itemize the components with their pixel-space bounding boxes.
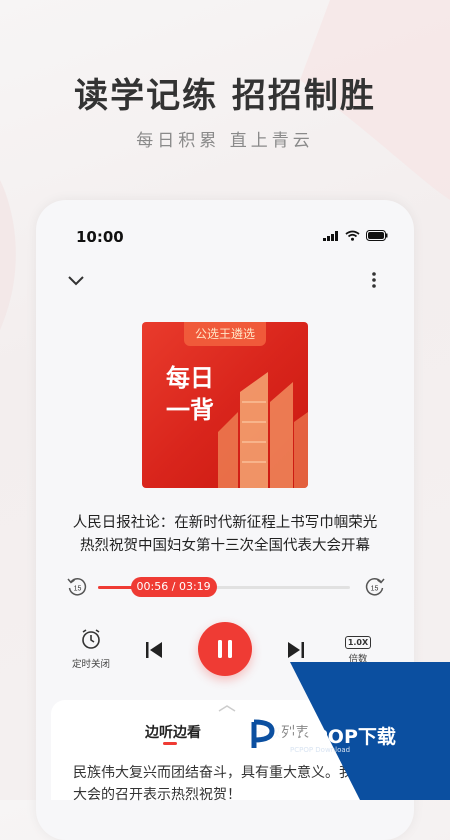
speed-value: 1.0X <box>344 636 372 649</box>
skip-forward-seconds: 15 <box>371 586 379 593</box>
next-track-icon[interactable] <box>284 638 308 662</box>
more-options-icon[interactable] <box>364 270 384 290</box>
progress-slider[interactable]: 00:56 / 03:19 <box>98 577 350 597</box>
collapse-icon[interactable] <box>66 270 86 290</box>
speed-label: 倍数 <box>348 654 368 665</box>
track-title-line2: 热烈祝贺中国妇女第十三次全国代表大会开幕 <box>80 538 370 554</box>
bottom-sheet: 边听边看 播放列表 民族伟大复兴而团结奋斗，具有重大意义。我们对大会的召开表示热… <box>51 700 450 803</box>
alarm-clock-icon <box>82 629 100 649</box>
battery-icon <box>366 230 388 241</box>
time-display[interactable]: 00:56 / 03:19 <box>130 577 217 597</box>
signal-icon <box>323 230 338 241</box>
headline: 读学记练 招招制胜 <box>74 76 376 116</box>
status-icons <box>323 230 388 241</box>
timer-label: 定时关闭 <box>71 659 110 670</box>
track-title-line1: 人民日报社论：在新时代新征程上书写巾帼荣光 <box>72 515 378 531</box>
sleep-timer-button[interactable]: 定时关闭 <box>68 628 114 670</box>
progress-row: 15 00:56 / 03:19 15 <box>66 576 386 600</box>
pause-icon <box>218 640 232 658</box>
buildings-illustration <box>218 372 308 488</box>
album-cover: 公选王遴选 每日一背 <box>142 322 308 488</box>
cover-tag: 公选王遴选 <box>184 322 266 346</box>
skip-back-seconds: 15 <box>74 586 82 593</box>
wifi-icon <box>345 230 360 241</box>
rewind-15-icon: 15 <box>67 578 87 596</box>
subline: 每日积累 直上青云 <box>136 131 314 151</box>
track-title: 人民日报社论：在新时代新征程上书写巾帼荣光 热烈祝贺中国妇女第十三次全国代表大会… <box>36 512 414 558</box>
sheet-handle-icon[interactable] <box>217 704 237 712</box>
tab-listen-read[interactable]: 边听边看 <box>145 722 201 742</box>
pause-button[interactable] <box>198 622 252 676</box>
watermark-sub: PCPOP Download <box>290 746 351 754</box>
forward-15-icon: 15 <box>365 578 385 596</box>
previous-track-icon[interactable] <box>142 638 166 662</box>
playback-speed-button[interactable]: 1.0X 倍数 <box>340 630 376 665</box>
lyric-text: 民族伟大复兴而团结奋斗，具有重大意义。我们对大会的召开表示热烈祝贺！ <box>73 765 381 803</box>
playback-controls: 定时关闭 1.0X 倍数 <box>36 618 414 688</box>
watermark-brand: PCPOP下载 <box>286 726 396 748</box>
status-time: 10:00 <box>76 228 124 246</box>
active-tab-indicator <box>163 742 177 745</box>
skip-back-15-button[interactable]: 15 <box>66 576 88 598</box>
skip-forward-15-button[interactable]: 15 <box>364 576 386 598</box>
